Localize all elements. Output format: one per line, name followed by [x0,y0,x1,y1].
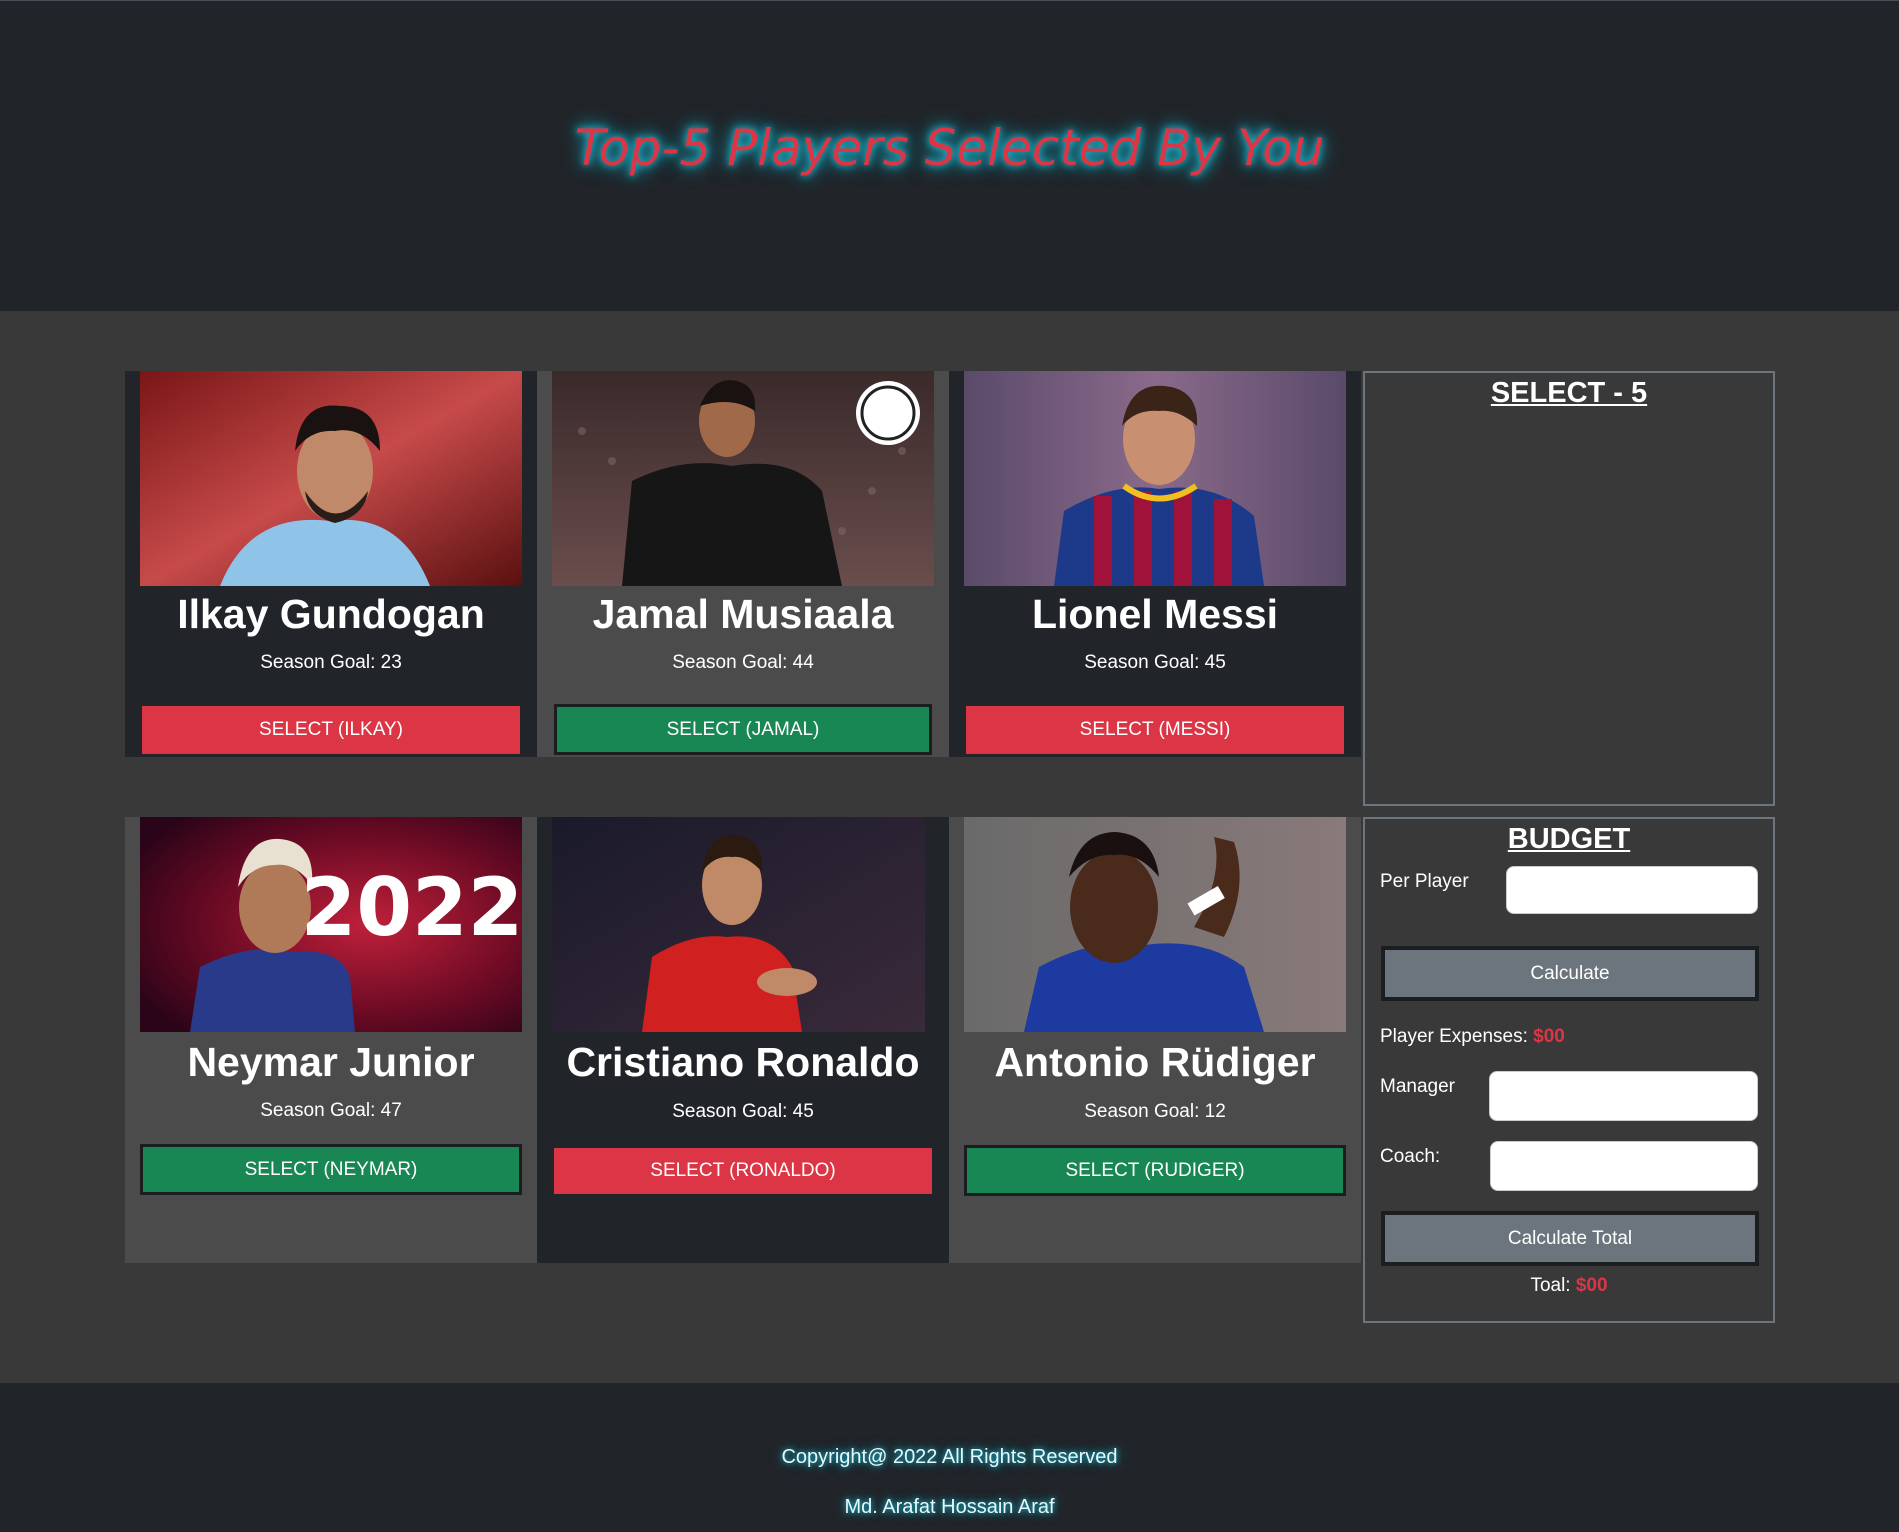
select-rudiger-button[interactable]: SELECT (RUDIGER) [964,1145,1346,1196]
player-card-rudiger: Antonio Rüdiger Season Goal: 12 SELECT (… [949,817,1361,1263]
copyright-text: Copyright@ 2022 All Rights Reserved [781,1446,1118,1468]
player-season-goal: Season Goal: 12 [1084,1101,1226,1122]
player-name: Jamal Musiaala [592,591,894,637]
player-season-goal: Season Goal: 44 [672,652,814,673]
page-header: Top-5 Players Selected By You [0,0,1899,311]
player-card-gundogan: Ilkay Gundogan Season Goal: 23 SELECT (I… [125,371,537,757]
photo-year-text: 2022 [301,861,522,954]
player-photo: 2022 [140,817,522,1032]
player-photo [552,371,934,586]
player-season-goal: Season Goal: 23 [260,652,402,673]
coach-label: Coach: [1380,1146,1441,1167]
author-text: Md. Arafat Hossain Araf [844,1496,1055,1518]
calculate-button[interactable]: Calculate [1381,946,1759,1001]
manager-input[interactable] [1489,1071,1758,1121]
player-name: Ilkay Gundogan [177,591,485,637]
player-card-musiaala: Jamal Musiaala Season Goal: 44 SELECT (J… [537,371,949,757]
player-name: Cristiano Ronaldo [566,1039,920,1085]
player-name: Lionel Messi [1031,591,1279,637]
select-jamal-button[interactable]: SELECT (JAMAL) [554,704,932,755]
player-season-goal: Season Goal: 45 [672,1101,814,1122]
player-photo [552,817,925,1032]
player-season-goal: Season Goal: 45 [1084,652,1226,673]
budget-panel: BUDGET Per Player Calculate Player Expen… [1363,817,1775,1323]
select-ilkay-button[interactable]: SELECT (ILKAY) [142,706,520,754]
page-title: Top-5 Players Selected By You [574,119,1325,177]
select-messi-button[interactable]: SELECT (MESSI) [966,706,1344,754]
player-card-neymar: 2022 Neymar Junior Season Goal: 47 SELEC… [125,817,537,1263]
per-player-label: Per Player [1380,871,1469,892]
player-season-goal: Season Goal: 47 [260,1100,402,1121]
calculate-total-button[interactable]: Calculate Total [1381,1211,1759,1266]
page-footer: Copyright@ 2022 All Rights Reserved Md. … [0,1383,1899,1532]
player-expenses-row: Player Expenses: $00 [1380,1026,1565,1048]
player-name: Neymar Junior [187,1039,475,1085]
player-photo [140,371,522,586]
player-card-ronaldo: Cristiano Ronaldo Season Goal: 45 SELECT… [537,817,949,1263]
player-card-messi: Lionel Messi Season Goal: 45 SELECT (MES… [949,371,1361,757]
manager-label: Manager [1380,1076,1455,1097]
player-photo [964,817,1346,1032]
select-ronaldo-button[interactable]: SELECT (RONALDO) [554,1148,932,1194]
total-row: Toal: $00 [1365,1275,1773,1297]
select-neymar-button[interactable]: SELECT (NEYMAR) [140,1144,522,1195]
selected-players-panel: SELECT - 5 [1363,371,1775,806]
select-panel-title: SELECT - 5 [1490,377,1648,409]
budget-title: BUDGET [1507,823,1631,855]
player-name: Antonio Rüdiger [994,1039,1316,1085]
coach-input[interactable] [1490,1141,1758,1191]
player-photo [964,371,1346,586]
per-player-input[interactable] [1506,866,1758,914]
player-expenses-value: $00 [1533,1026,1565,1047]
player-expenses-label: Player Expenses: [1380,1026,1528,1047]
total-label: Toal: [1530,1275,1571,1296]
total-value: $00 [1575,1275,1608,1296]
